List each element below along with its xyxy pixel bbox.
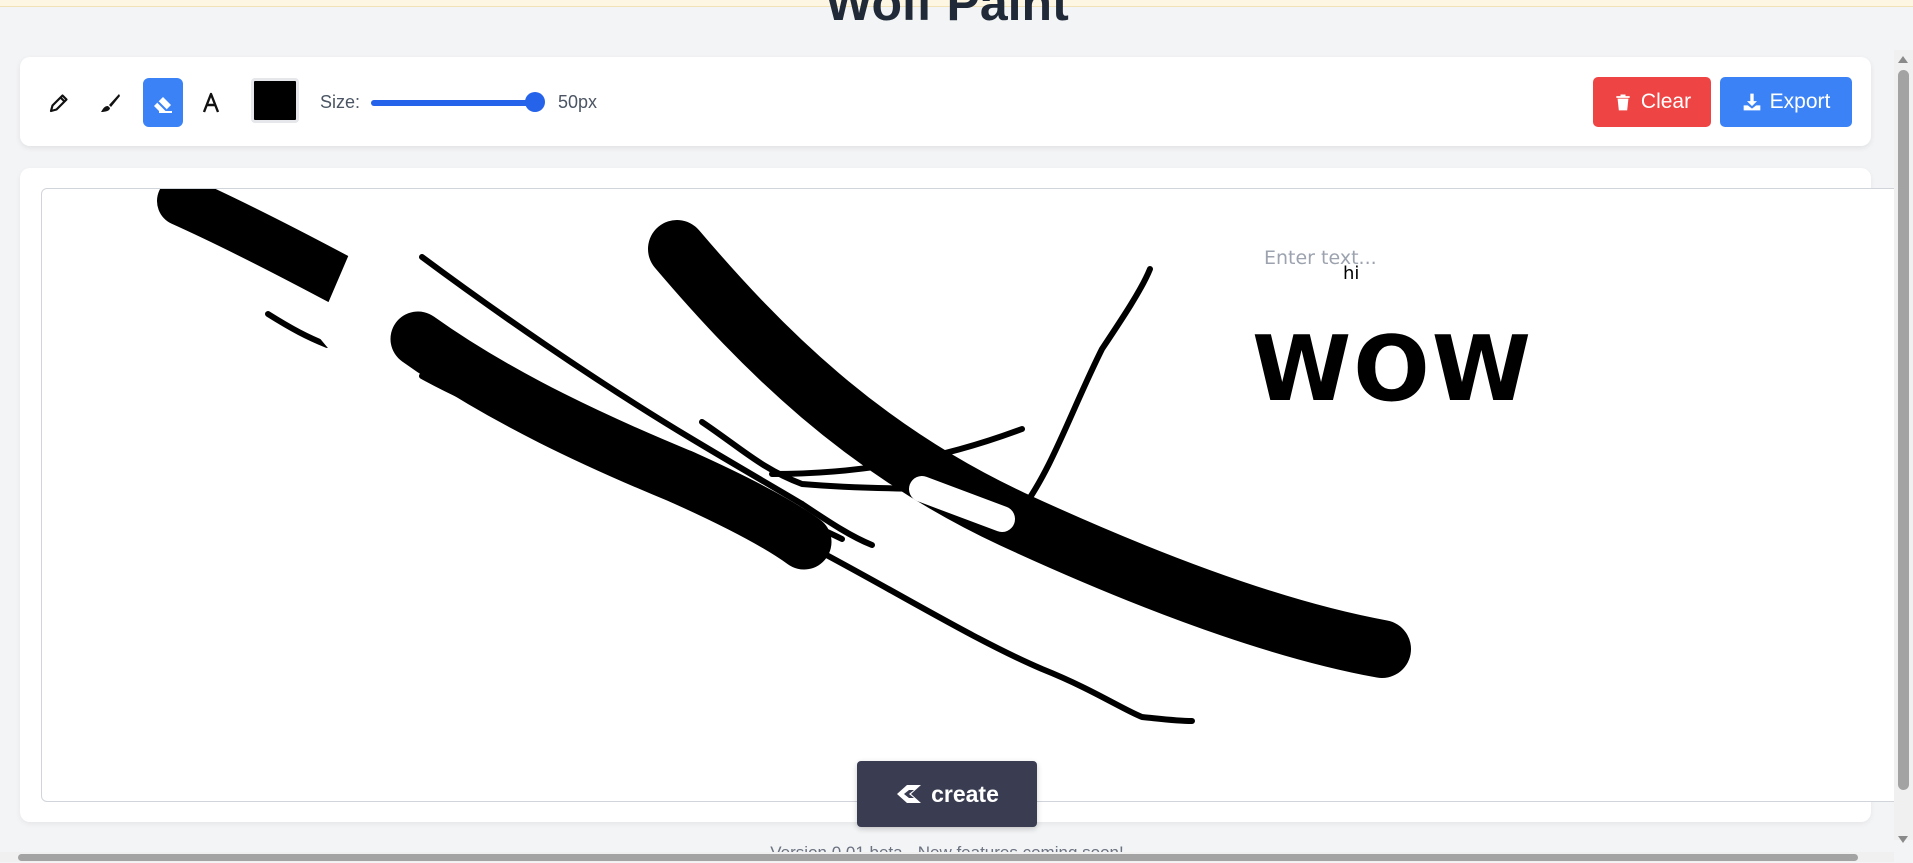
pencil-stroke [1019, 266, 1153, 512]
text-icon [202, 92, 220, 112]
color-picker[interactable] [251, 78, 299, 123]
canvas-text-wow: WOW [1252, 317, 1534, 422]
eraser-stroke [315, 236, 395, 382]
export-button[interactable]: Export [1720, 77, 1852, 127]
text-tool-button[interactable] [191, 78, 231, 127]
slider-fill [371, 100, 535, 106]
create-label: create [931, 780, 999, 807]
scroll-up-icon[interactable] [1898, 56, 1908, 63]
horizontal-scroll-thumb[interactable] [18, 854, 1858, 861]
vertical-scrollbar[interactable] [1894, 50, 1913, 843]
canvas-text-input[interactable] [1264, 243, 1464, 273]
toolbar: Size: 50px Clear Export [20, 57, 1871, 146]
pencil-icon [49, 93, 68, 112]
scroll-down-icon[interactable] [1898, 836, 1908, 843]
size-value: 50px [558, 92, 598, 112]
download-icon [1743, 93, 1760, 111]
create-logo-icon [897, 785, 922, 803]
pencil-tool-button[interactable] [39, 78, 79, 127]
export-label: Export [1769, 90, 1831, 113]
size-slider[interactable] [371, 92, 545, 112]
clear-label: Clear [1640, 90, 1692, 113]
eraser-tool-button[interactable] [143, 78, 183, 127]
brush-stroke [157, 189, 367, 306]
paintbrush-icon [101, 93, 120, 112]
drawing-canvas[interactable]: hi WOW [41, 188, 1901, 802]
clear-button[interactable]: Clear [1593, 77, 1711, 127]
vertical-scroll-thumb[interactable] [1898, 70, 1909, 790]
app-title: Wolf Paint [825, 0, 1069, 31]
trash-icon [1616, 94, 1630, 111]
slider-thumb[interactable] [524, 92, 545, 112]
brush-stroke [648, 220, 1411, 678]
horizontal-scrollbar[interactable] [0, 852, 1894, 862]
brush-stroke [654, 449, 832, 570]
canvas-strokes [157, 189, 1411, 724]
eraser-icon [154, 96, 172, 113]
size-label: Size: [320, 92, 361, 112]
brush-tool-button[interactable] [90, 78, 130, 127]
create-button[interactable]: create [857, 761, 1037, 827]
canvas-text-hi: hi [1343, 263, 1360, 284]
